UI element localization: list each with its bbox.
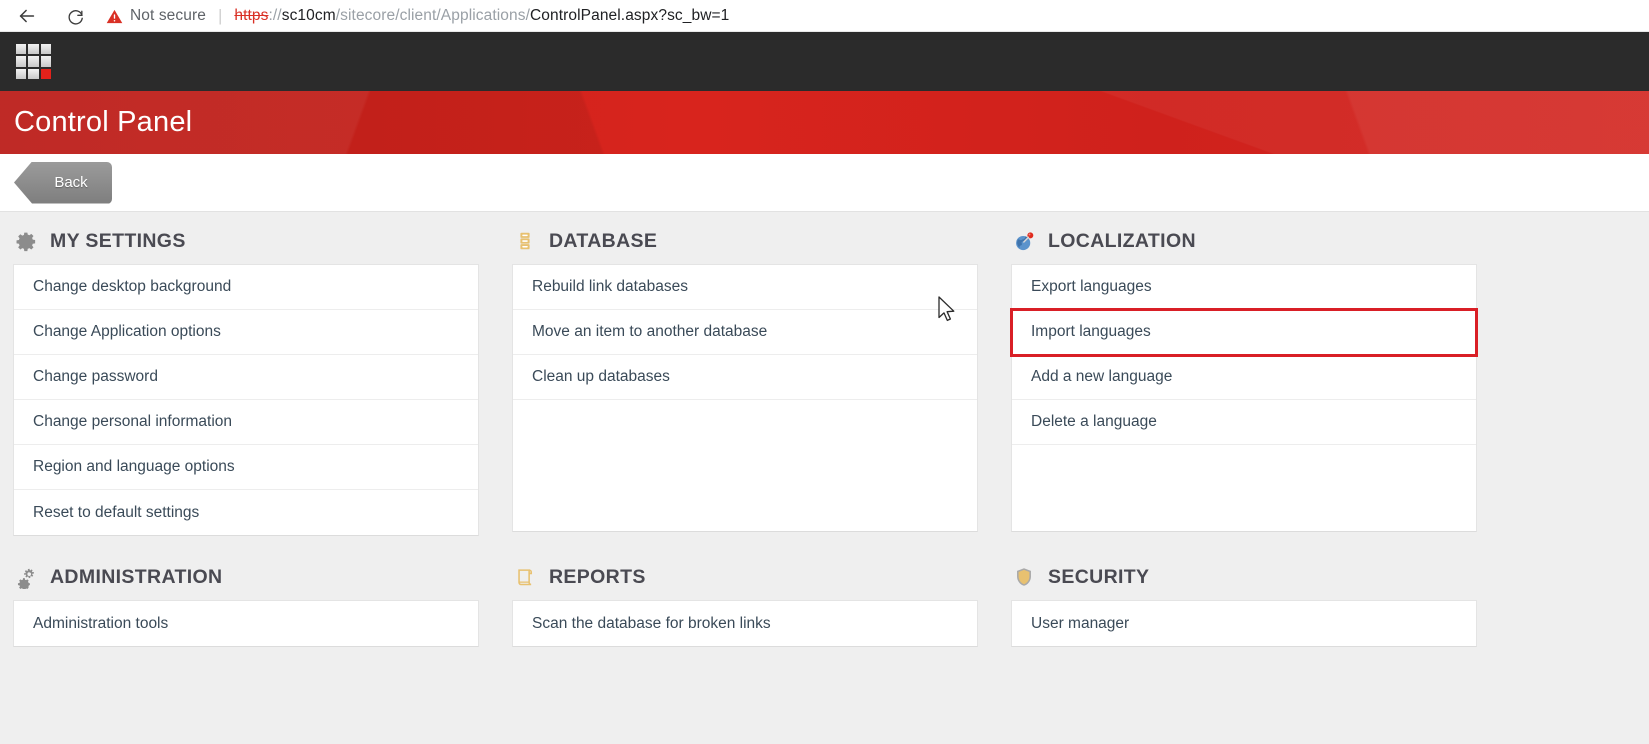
address-bar[interactable]: Not secure | https://sc10cm/sitecore/cli… bbox=[106, 2, 1639, 30]
page-title: Control Panel bbox=[14, 106, 193, 138]
control-panel-item[interactable]: Add a new language bbox=[1012, 355, 1476, 400]
toolbar: Back bbox=[0, 154, 1649, 212]
section-title: LOCALIZATION bbox=[1048, 229, 1196, 252]
scroll-icon bbox=[512, 564, 538, 590]
control-panel-item[interactable]: Change password bbox=[14, 355, 478, 400]
control-panel-item[interactable]: User manager bbox=[1012, 601, 1476, 646]
control-panel-item[interactable]: Delete a language bbox=[1012, 400, 1476, 445]
section-header: SECURITY bbox=[1011, 548, 1510, 600]
gear-icon bbox=[13, 228, 39, 254]
logo-cell bbox=[16, 56, 27, 67]
url-scheme: https bbox=[234, 7, 269, 24]
logo-cell bbox=[16, 44, 27, 55]
section-title: MY SETTINGS bbox=[50, 229, 186, 252]
control-panel-item[interactable]: Change Application options bbox=[14, 310, 478, 355]
control-panel-item[interactable]: Region and language options bbox=[14, 445, 478, 490]
logo-cell bbox=[40, 56, 51, 67]
sitecore-logo[interactable] bbox=[16, 44, 51, 79]
section-card: Scan the database for broken links bbox=[512, 600, 978, 647]
control-panel-grid-row-1: MY SETTINGS Change desktop background Ch… bbox=[0, 212, 1649, 536]
omnibox-separator: | bbox=[217, 6, 223, 25]
page-header-banner: Control Panel bbox=[0, 91, 1649, 154]
section-my-settings: MY SETTINGS Change desktop background Ch… bbox=[13, 212, 512, 536]
section-title: ADMINISTRATION bbox=[50, 565, 223, 588]
section-header: ADMINISTRATION bbox=[13, 548, 512, 600]
section-header: LOCALIZATION bbox=[1011, 212, 1510, 264]
section-card: Administration tools bbox=[13, 600, 479, 647]
control-panel-item[interactable]: Change personal information bbox=[14, 400, 478, 445]
section-title: DATABASE bbox=[549, 229, 658, 252]
control-panel-item[interactable]: Scan the database for broken links bbox=[513, 601, 977, 646]
globe-pin-icon bbox=[1011, 228, 1037, 254]
section-reports: REPORTS Scan the database for broken lin… bbox=[512, 548, 1011, 647]
logo-cell bbox=[28, 68, 39, 79]
warning-triangle-icon bbox=[106, 8, 123, 25]
url-path: /sitecore/client/Applications/ bbox=[335, 7, 530, 24]
section-card: User manager bbox=[1011, 600, 1477, 647]
section-card: Rebuild link databases Move an item to a… bbox=[512, 264, 978, 532]
url-text: https://sc10cm/sitecore/client/Applicati… bbox=[234, 7, 729, 25]
logo-cell bbox=[16, 68, 27, 79]
control-panel-item[interactable]: Move an item to another database bbox=[513, 310, 977, 355]
control-panel-item[interactable]: Rebuild link databases bbox=[513, 265, 977, 310]
browser-toolbar: Not secure | https://sc10cm/sitecore/cli… bbox=[0, 0, 1649, 32]
control-panel-item[interactable]: Administration tools bbox=[14, 601, 478, 646]
shield-icon bbox=[1011, 564, 1037, 590]
control-panel-item-import-languages[interactable]: Import languages bbox=[1010, 308, 1478, 357]
control-panel-item[interactable]: Reset to default settings bbox=[14, 490, 478, 535]
logo-cell-accent bbox=[40, 68, 51, 79]
control-panel-body: MY SETTINGS Change desktop background Ch… bbox=[0, 212, 1649, 744]
section-administration: ADMINISTRATION Administration tools bbox=[13, 548, 512, 647]
card-filler bbox=[513, 400, 977, 531]
url-separator: :// bbox=[268, 7, 282, 24]
section-title: SECURITY bbox=[1048, 565, 1150, 588]
logo-cell bbox=[28, 56, 39, 67]
logo-cell bbox=[28, 44, 39, 55]
toolbar-divider bbox=[0, 31, 1649, 32]
section-header: DATABASE bbox=[512, 212, 1011, 264]
database-icon bbox=[512, 228, 538, 254]
url-page: ControlPanel.aspx bbox=[530, 7, 659, 24]
section-header: REPORTS bbox=[512, 548, 1011, 600]
control-panel-item[interactable]: Clean up databases bbox=[513, 355, 977, 400]
gears-icon bbox=[13, 564, 39, 590]
app-topbar bbox=[0, 32, 1649, 91]
logo-cell bbox=[40, 44, 51, 55]
control-panel-grid-row-2: ADMINISTRATION Administration tools REPO… bbox=[0, 548, 1649, 647]
section-security: SECURITY User manager bbox=[1011, 548, 1510, 647]
section-card: Change desktop background Change Applica… bbox=[13, 264, 479, 536]
reload-icon[interactable] bbox=[58, 1, 92, 31]
card-filler bbox=[1012, 445, 1476, 531]
section-database: DATABASE Rebuild link databases Move an … bbox=[512, 212, 1011, 536]
section-localization: LOCALIZATION Export languages Import lan… bbox=[1010, 212, 1510, 536]
section-title: REPORTS bbox=[549, 565, 646, 588]
section-card: Export languages Import languages Add a … bbox=[1010, 264, 1478, 532]
control-panel-item[interactable]: Export languages bbox=[1012, 265, 1476, 310]
section-header: MY SETTINGS bbox=[13, 212, 512, 264]
back-arrow-icon[interactable] bbox=[10, 1, 44, 31]
url-query: ?sc_bw=1 bbox=[658, 7, 730, 24]
security-status-label: Not secure bbox=[130, 7, 206, 24]
back-button[interactable]: Back bbox=[14, 161, 112, 204]
url-host: sc10cm bbox=[281, 7, 336, 24]
control-panel-item[interactable]: Change desktop background bbox=[14, 265, 478, 310]
